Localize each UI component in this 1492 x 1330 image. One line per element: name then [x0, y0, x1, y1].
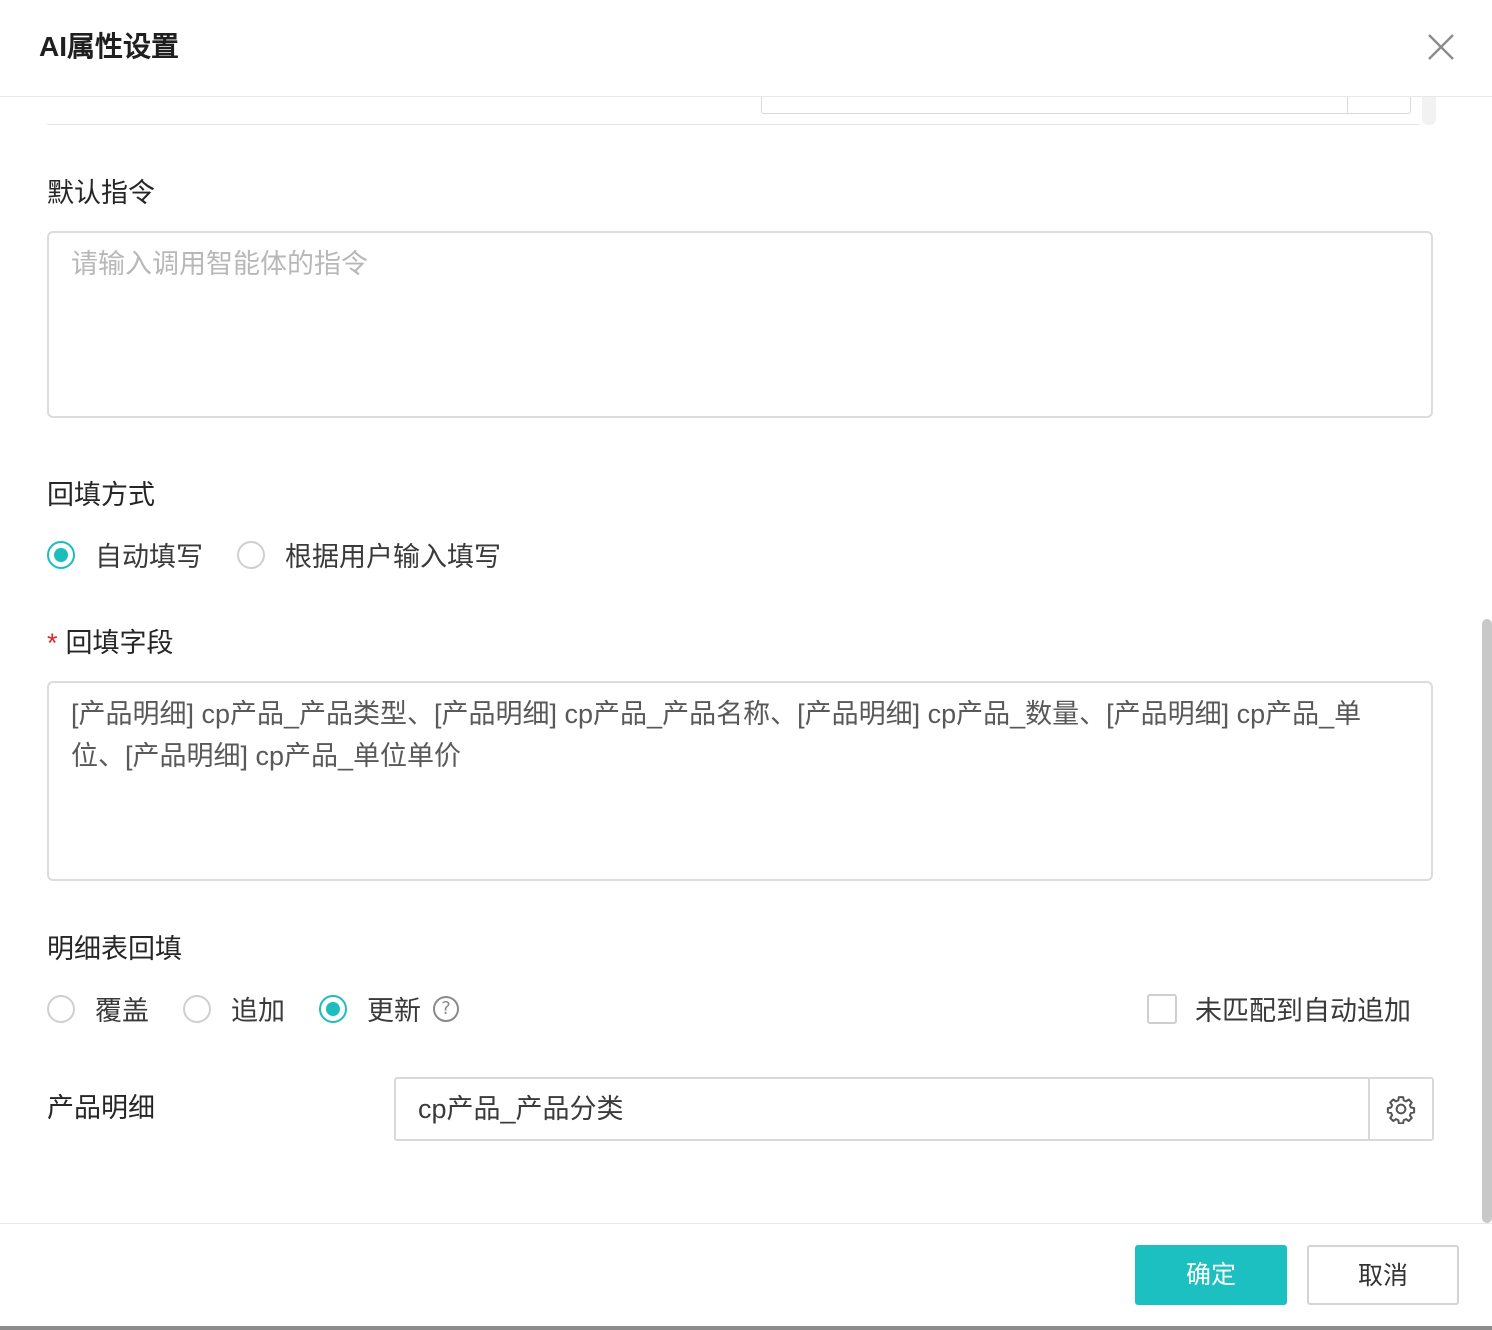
- dialog-title: AI属性设置: [39, 31, 180, 62]
- confirm-button[interactable]: 确定: [1135, 1245, 1287, 1305]
- auto-append-checkbox[interactable]: 未匹配到自动追加: [1147, 989, 1411, 1028]
- body-scrollbar-thumb[interactable]: [1482, 619, 1492, 1223]
- question-icon[interactable]: ?: [433, 995, 459, 1022]
- radio-checked-icon: [47, 540, 75, 569]
- scrolled-gear-button[interactable]: [1347, 97, 1410, 113]
- settings-button[interactable]: [1368, 1079, 1432, 1139]
- backfill-fields-label-text: 回填字段: [65, 628, 174, 658]
- checkbox-unchecked-icon: [1147, 993, 1177, 1024]
- radio-checked-icon: [319, 994, 347, 1023]
- radio-append[interactable]: 追加: [183, 989, 285, 1028]
- product-detail-label: 产品明细: [47, 1093, 155, 1123]
- close-icon[interactable]: [1422, 28, 1460, 66]
- radio-label: 覆盖: [95, 996, 149, 1026]
- gear-icon: [1386, 1096, 1416, 1124]
- detail-backfill-radio-group: 覆盖 追加 更新 ?: [47, 989, 459, 1028]
- checkbox-label: 未匹配到自动追加: [1195, 996, 1411, 1026]
- backfill-mode-label: 回填方式: [47, 480, 155, 510]
- dialog-body[interactable]: 默认指令 请输入调用智能体的指令 回填方式 自动填写 根据用户输入填写 * 回填字…: [0, 97, 1492, 1223]
- window-bottom-edge: [0, 1326, 1492, 1330]
- radio-user-input-fill[interactable]: 根据用户输入填写: [237, 535, 501, 574]
- backfill-fields-textarea[interactable]: [产品明细] cp产品_产品类型、[产品明细] cp产品_产品名称、[产品明细]…: [47, 681, 1433, 881]
- radio-unchecked-icon: [183, 994, 211, 1023]
- dialog-header: AI属性设置: [0, 0, 1492, 97]
- scrolled-row: [47, 97, 1419, 125]
- radio-label: 自动填写: [95, 542, 203, 572]
- radio-label: 根据用户输入填写: [285, 542, 501, 572]
- scrolled-select-field[interactable]: [761, 97, 1411, 114]
- default-instruction-textarea[interactable]: 请输入调用智能体的指令: [47, 231, 1433, 418]
- product-detail-field[interactable]: cp产品_产品分类: [394, 1077, 1434, 1141]
- backfill-fields-label: * 回填字段: [47, 625, 174, 661]
- radio-label: 追加: [231, 996, 285, 1026]
- default-instruction-label: 默认指令: [47, 178, 155, 208]
- radio-label: 更新: [367, 996, 421, 1026]
- cancel-button[interactable]: 取消: [1307, 1245, 1459, 1305]
- dialog-footer: 确定 取消: [0, 1223, 1492, 1327]
- product-detail-value: cp产品_产品分类: [418, 1094, 624, 1124]
- radio-overwrite[interactable]: 覆盖: [47, 989, 149, 1028]
- detail-backfill-label: 明细表回填: [47, 934, 182, 964]
- radio-update[interactable]: 更新: [319, 989, 421, 1028]
- backfill-mode-radio-group: 自动填写 根据用户输入填写: [47, 535, 501, 574]
- ai-attribute-settings-dialog: AI属性设置 默认指令 请输入调用智能体的指令 回填方式 自动填写 根据用户输入…: [0, 0, 1492, 1330]
- radio-unchecked-icon: [237, 540, 265, 569]
- radio-unchecked-icon: [47, 994, 75, 1023]
- radio-auto-fill[interactable]: 自动填写: [47, 535, 203, 574]
- inner-scrollbar[interactable]: [1422, 97, 1436, 125]
- required-mark: *: [47, 628, 58, 658]
